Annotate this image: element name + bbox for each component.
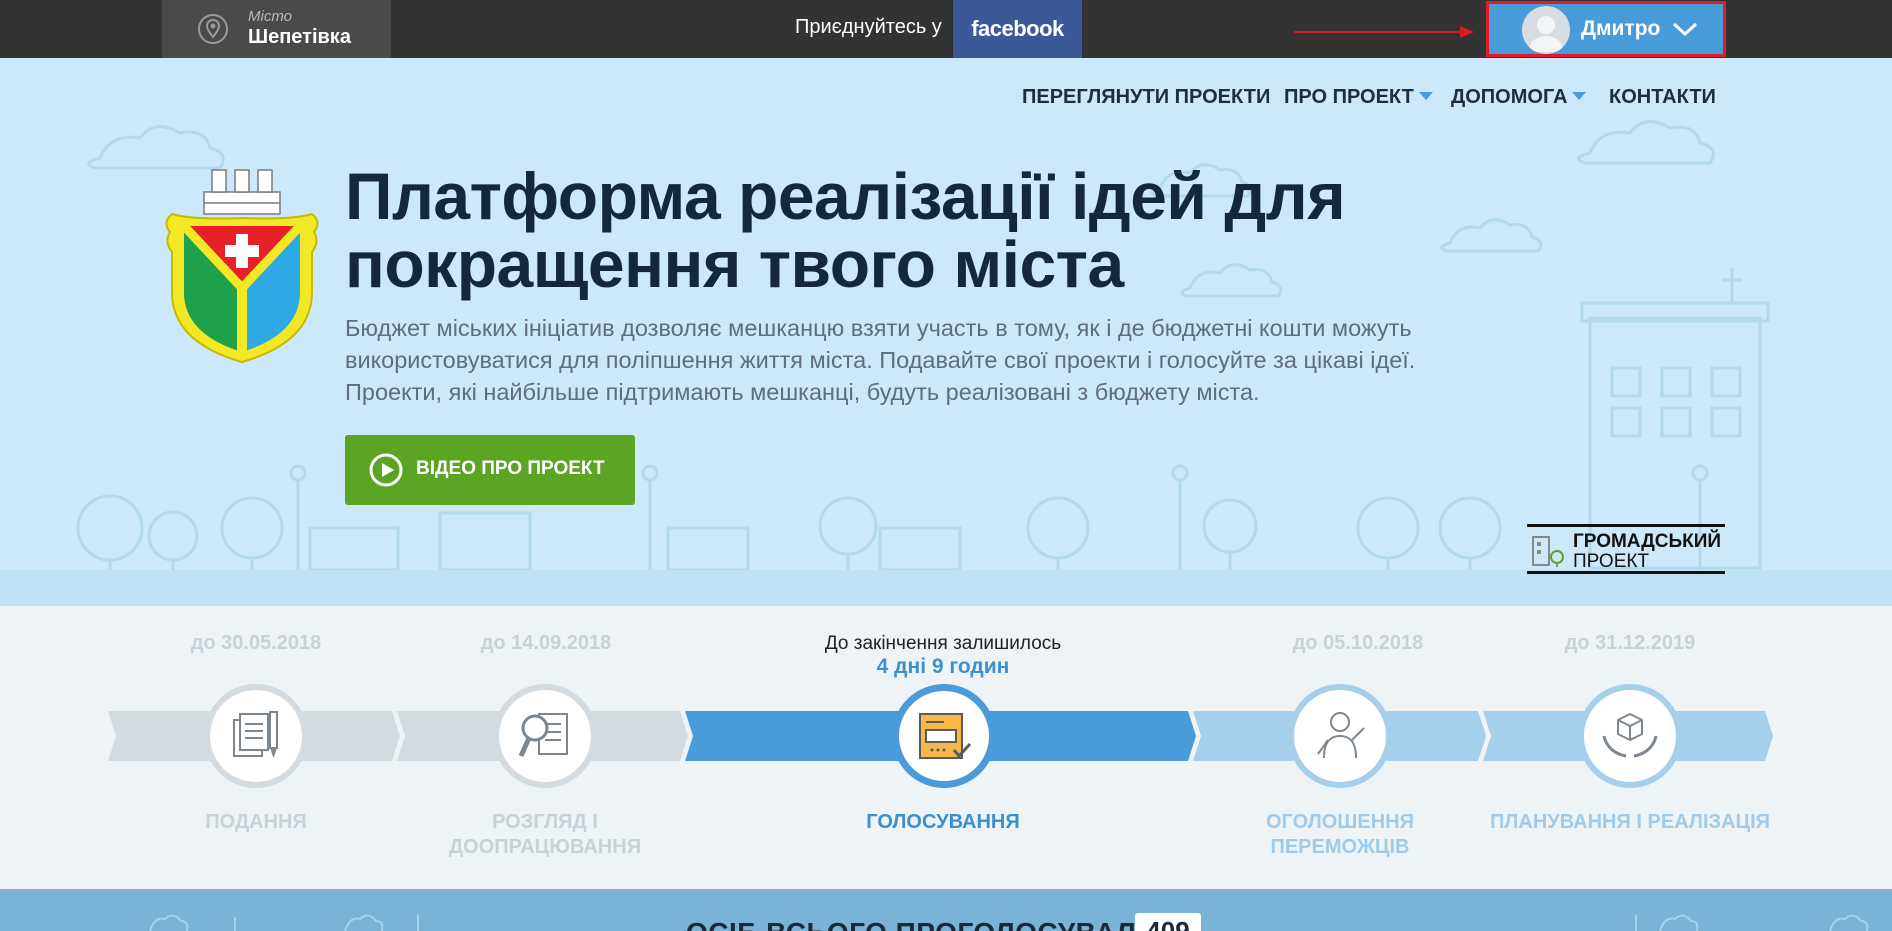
person-win-icon bbox=[1317, 712, 1365, 759]
nav-contacts-label: КОНТАКТИ bbox=[1609, 86, 1716, 108]
nav-about-project[interactable]: ПРО ПРОЕКТ bbox=[1284, 86, 1433, 109]
votes-counter-band: ОСІБ ВСЬОГО ПРОГОЛОСУВАЛО 409 bbox=[0, 889, 1892, 931]
countdown-value: 4 дні 9 годин bbox=[876, 655, 1010, 678]
facebook-button[interactable]: facebook bbox=[953, 0, 1082, 58]
nav-help-label: ДОПОМОГА bbox=[1451, 86, 1568, 108]
document-pen-icon bbox=[233, 711, 278, 758]
city-name: Шепетівка bbox=[248, 26, 351, 48]
stage-review[interactable] bbox=[493, 684, 597, 788]
stage-planning[interactable] bbox=[1578, 684, 1682, 788]
caret-down-icon bbox=[1572, 92, 1587, 100]
hero-description-line: використовуватися для поліпшення життя м… bbox=[345, 347, 1416, 373]
stage-label-line: ПЛАНУВАННЯ І РЕАЛІЗАЦІЯ bbox=[1489, 811, 1771, 833]
hero-bottom-band bbox=[0, 570, 1892, 606]
stage-date: до 14.09.2018 bbox=[480, 632, 612, 654]
top-bar: Місто Шепетівка Приєднуйтесь у facebook … bbox=[0, 0, 1892, 58]
nav-help[interactable]: ДОПОМОГА bbox=[1451, 86, 1587, 109]
partner-logo-line: ПРОЕКТ bbox=[1573, 551, 1650, 572]
nav-view-projects-label: ПЕРЕГЛЯНУТИ ПРОЕКТИ bbox=[1022, 86, 1271, 108]
stage-date: до 31.12.2019 bbox=[1564, 632, 1696, 654]
user-name: Дмитро bbox=[1581, 17, 1661, 40]
hero-description-line: Бюджет міських ініціатив дозволяє мешкан… bbox=[345, 315, 1412, 341]
page-title-line: покращення твого міста bbox=[345, 227, 1124, 301]
hero-section: ПЕРЕГЛЯНУТИ ПРОЕКТИ ПРО ПРОЕКТ ДОПОМОГА … bbox=[0, 58, 1892, 606]
hands-box-icon bbox=[1602, 712, 1658, 758]
video-about-project-button[interactable]: ВІДЕО ПРО ПРОЕКТ bbox=[345, 435, 635, 505]
stage-label-active: ГОЛОСУВАННЯ bbox=[793, 810, 1093, 835]
stage-date: до 30.05.2018 bbox=[190, 632, 322, 654]
votes-counter-value: 409 bbox=[1135, 913, 1201, 931]
annotation-arrow-head bbox=[1460, 26, 1474, 38]
stage-label: ОГОЛОШЕННЯ ПЕРЕМОЖЦІВ bbox=[1190, 810, 1490, 860]
project-timeline: до 30.05.2018 до 14.09.2018 До закінченн… bbox=[0, 606, 1892, 889]
city-coat-of-arms-icon bbox=[165, 169, 319, 364]
stage-label: РОЗГЛЯД І ДООПРАЦЮВАННЯ bbox=[395, 810, 695, 860]
stage-label: ПЛАНУВАННЯ І РЕАЛІЗАЦІЯ bbox=[1480, 810, 1780, 835]
magnifier-document-icon bbox=[518, 713, 568, 758]
hero-description: Бюджет міських ініціатив дозволяє мешкан… bbox=[345, 312, 1605, 408]
city-selector[interactable]: Місто Шепетівка bbox=[162, 0, 391, 58]
page-title: Платформа реалізації ідей для покращення… bbox=[345, 162, 1545, 298]
stage-voting[interactable] bbox=[892, 684, 996, 788]
join-facebook-text: Приєднуйтесь у bbox=[795, 16, 942, 38]
caret-down-icon bbox=[1418, 92, 1433, 100]
stage-label-line: ДООПРАЦЮВАННЯ bbox=[448, 836, 642, 858]
stage-label-line: ГОЛОСУВАННЯ bbox=[866, 811, 1020, 833]
avatar-icon bbox=[1522, 6, 1570, 54]
votes-counter-label: ОСІБ ВСЬОГО ПРОГОЛОСУВАЛО bbox=[686, 917, 1158, 931]
stage-label-line: РОЗГЛЯД І bbox=[492, 811, 598, 833]
page-title-line: Платформа реалізації ідей для bbox=[345, 159, 1346, 233]
stage-label-line: ПЕРЕМОЖЦІВ bbox=[1270, 836, 1410, 858]
nav-contacts[interactable]: КОНТАКТИ bbox=[1609, 86, 1716, 109]
nav-view-projects[interactable]: ПЕРЕГЛЯНУТИ ПРОЕКТИ bbox=[1022, 86, 1270, 109]
hero-description-line: Проекти, які найбільше підтримають мешка… bbox=[345, 379, 1260, 405]
partner-logo[interactable]: ГРОМАДСЬКИЙ ПРОЕКТ bbox=[1527, 524, 1725, 574]
map-pin-icon bbox=[198, 14, 228, 44]
building-icon bbox=[1532, 536, 1564, 567]
countdown-label: До закінчення залишилось bbox=[824, 633, 1062, 654]
ballot-icon bbox=[919, 713, 972, 759]
stage-winners[interactable] bbox=[1288, 684, 1392, 788]
user-menu-button[interactable]: Дмитро bbox=[1486, 1, 1726, 57]
chevron-down-icon bbox=[1672, 22, 1698, 37]
stage-date: до 05.10.2018 bbox=[1292, 632, 1424, 654]
stage-label: ПОДАННЯ bbox=[106, 810, 406, 835]
stage-label-line: ПОДАННЯ bbox=[205, 811, 307, 833]
video-button-label: ВІДЕО ПРО ПРОЕКТ bbox=[416, 458, 605, 479]
stage-label-line: ОГОЛОШЕННЯ bbox=[1266, 811, 1414, 833]
play-circle-icon bbox=[369, 453, 403, 487]
stage-submission[interactable] bbox=[204, 684, 308, 788]
annotation-arrow bbox=[1294, 31, 1464, 33]
city-caption: Місто bbox=[248, 8, 292, 25]
nav-about-project-label: ПРО ПРОЕКТ bbox=[1284, 86, 1414, 108]
partner-logo-line: ГРОМАДСЬКИЙ bbox=[1573, 531, 1722, 552]
